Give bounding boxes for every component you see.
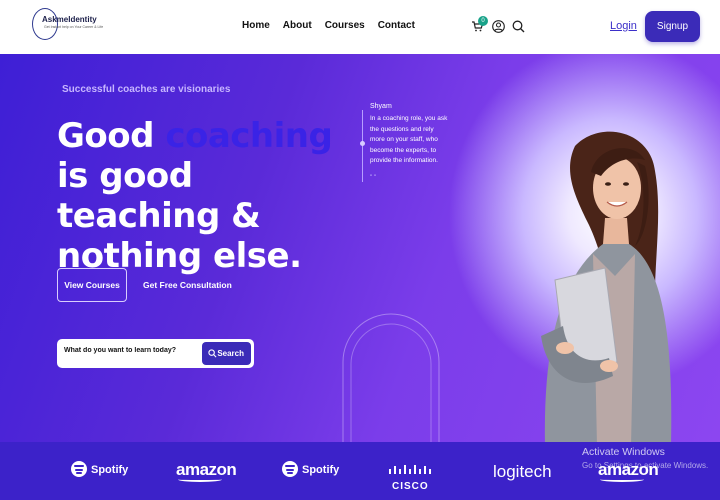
coach-portrait [541, 131, 672, 442]
logo-name: AskmeIdentity [42, 15, 97, 24]
headline-part-2: is good teaching & nothing else. [57, 156, 302, 276]
site-logo[interactable]: AskmeIdentity Get Instant help on Your C… [32, 8, 112, 40]
logo-tagline: Get Instant help on Your Career & Life [44, 25, 104, 29]
quote-mark: " " [370, 175, 376, 181]
windows-activation-subtitle: Go to Settings to activate Windows. [582, 461, 709, 470]
hero-headline: Good coaching is good teaching & nothing… [57, 116, 357, 276]
headline-part-1: Good [57, 116, 166, 156]
user-icon[interactable] [492, 20, 505, 33]
amazon-smile-icon [178, 477, 222, 482]
login-link[interactable]: Login [610, 20, 637, 32]
windows-activation-title: Activate Windows [582, 446, 665, 458]
logo-ring [32, 8, 58, 40]
cisco-logo: CISCO [388, 462, 434, 492]
logitech-logo: logitech [493, 462, 552, 481]
quote-divider [362, 110, 363, 182]
course-search-input[interactable] [64, 347, 199, 354]
search-button[interactable]: Search [202, 342, 251, 365]
nav-home[interactable]: Home [242, 20, 270, 31]
signup-button[interactable]: Signup [645, 11, 700, 42]
cart-count-badge: 0 [478, 16, 488, 26]
nav-courses[interactable]: Courses [325, 20, 365, 31]
main-nav: Home About Courses Contact [242, 20, 415, 31]
cisco-bars-icon [389, 465, 431, 474]
search-button-label: Search [217, 349, 244, 358]
free-consultation-link[interactable]: Get Free Consultation [143, 280, 232, 290]
spotify-wordmark-2: Spotify [302, 464, 340, 476]
cisco-wordmark: CISCO [392, 481, 429, 492]
decorative-arch [342, 313, 440, 442]
spotify-wordmark: Spotify [91, 464, 129, 476]
spotify-icon [71, 461, 87, 477]
amazon-smile-icon [600, 477, 644, 482]
nav-about[interactable]: About [283, 20, 312, 31]
amazon-logo: amazon [176, 460, 237, 482]
spotify-logo-2: Spotify [282, 461, 340, 477]
course-search-bar: Search [57, 339, 254, 368]
spotify-logo: Spotify [71, 461, 129, 477]
spotify-icon [282, 461, 298, 477]
quote-bullet [360, 141, 365, 146]
headline-accent: coaching [165, 116, 333, 156]
quote-text: In a coaching role, you ask the question… [370, 115, 448, 164]
site-header: AskmeIdentity Get Instant help on Your C… [0, 0, 720, 54]
search-button-icon [208, 349, 217, 358]
hero-section: Successful coaches are visionaries Good … [0, 54, 720, 442]
nav-contact[interactable]: Contact [378, 20, 415, 31]
view-courses-button[interactable]: View Courses [57, 268, 127, 302]
quote-author: Shyam [370, 103, 392, 110]
search-icon[interactable] [512, 20, 525, 33]
hero-eyebrow: Successful coaches are visionaries [62, 84, 231, 95]
